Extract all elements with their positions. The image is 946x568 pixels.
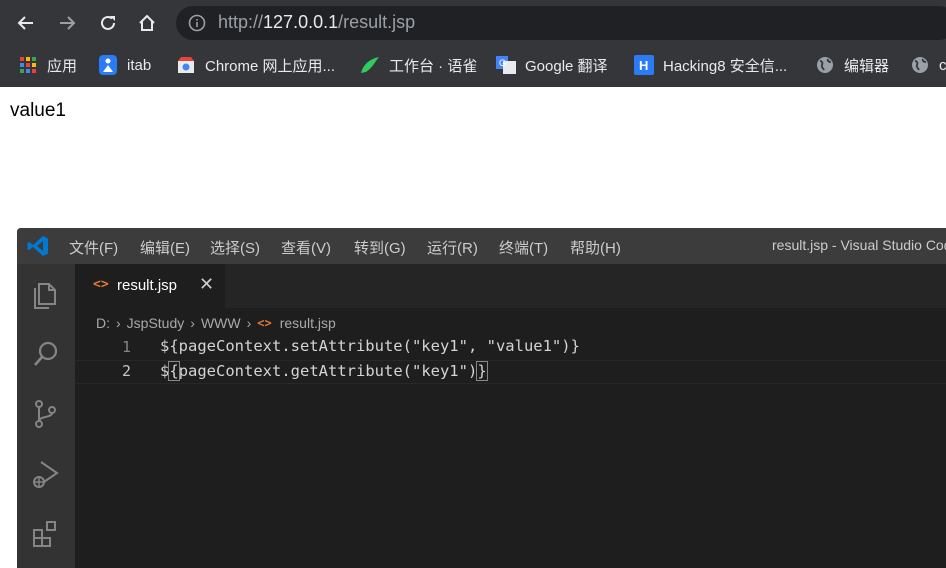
bookmarks-bar: 应用 itab Chrome 网上应用... 工作台 · 语雀 G Google… <box>0 46 946 84</box>
line-number: 1 <box>121 338 131 356</box>
address-bar[interactable]: http://127.0.0.1/result.jsp <box>176 6 946 40</box>
url-path: /result.jsp <box>338 12 416 32</box>
bookmark-label: 工作台 · 语雀 <box>389 57 478 75</box>
bookmark-label: 应用 <box>47 57 78 75</box>
bracket-match-open: { <box>168 361 180 381</box>
itab-icon <box>98 55 118 75</box>
breadcrumb-www[interactable]: WWW <box>201 315 241 331</box>
reload-icon <box>101 15 115 30</box>
bookmark-label: 编辑器 <box>844 57 890 75</box>
code-line-2[interactable]: ${pageContext.getAttribute("key1")} <box>160 361 488 381</box>
explorer-files-icon[interactable] <box>30 278 62 310</box>
chrome-webstore-icon <box>176 55 196 75</box>
source-control-icon[interactable] <box>30 398 62 430</box>
reload-button[interactable] <box>94 9 122 37</box>
url-scheme: http:// <box>218 12 264 32</box>
bookmark-label: Google 翻译 <box>525 57 608 75</box>
close-icon[interactable]: ✕ <box>199 274 214 295</box>
back-arrow-icon <box>17 16 33 30</box>
bookmark-google-translate[interactable]: G Google 翻译 <box>496 54 608 76</box>
menu-go[interactable]: 转到(G) <box>354 237 406 258</box>
google-translate-icon: G <box>496 55 516 75</box>
breadcrumb: D: › JspStudy › WWW › <> result.jsp <box>96 313 336 333</box>
breadcrumb-drive[interactable]: D: <box>96 315 110 331</box>
code-dollar: $ <box>160 362 170 380</box>
url-host: 127.0.0.1 <box>263 12 339 32</box>
code-file-icon: <> <box>257 316 272 330</box>
breadcrumb-jspstudy[interactable]: JspStudy <box>127 315 185 331</box>
globe-icon <box>815 55 835 75</box>
svg-text:G: G <box>499 58 506 68</box>
vscode-logo-icon <box>27 236 48 256</box>
home-button[interactable] <box>133 9 161 37</box>
hacking8-icon: H <box>634 55 654 75</box>
tab-result-jsp[interactable]: <> result.jsp ✕ <box>75 264 225 308</box>
menu-help[interactable]: 帮助(H) <box>570 237 621 258</box>
menu-view[interactable]: 查看(V) <box>281 237 331 258</box>
page-output-text: value1 <box>10 100 66 121</box>
yuque-icon <box>360 55 380 75</box>
vscode-window: 文件(F) 编辑(E) 选择(S) 查看(V) 转到(G) 运行(R) 终端(T… <box>17 228 946 568</box>
bookmark-label: Chrome 网上应用... <box>205 57 336 75</box>
bookmark-label: Hacking8 安全信... <box>663 57 788 75</box>
navigation-row: http://127.0.0.1/result.jsp <box>0 0 946 46</box>
chevron-right-icon: › <box>190 315 195 331</box>
info-icon[interactable] <box>188 14 206 32</box>
bookmark-chrome-webstore[interactable]: Chrome 网上应用... <box>176 54 335 76</box>
back-button[interactable] <box>12 9 40 37</box>
code-line-1[interactable]: ${pageContext.setAttribute("key1", "valu… <box>160 337 580 355</box>
bookmark-label: itab <box>127 56 152 74</box>
bookmark-yuque[interactable]: 工作台 · 语雀 <box>360 54 477 76</box>
forward-button[interactable] <box>53 9 81 37</box>
text-cursor <box>486 361 488 379</box>
bookmark-editor[interactable]: 编辑器 <box>815 54 889 76</box>
apps-grid-icon <box>18 55 38 75</box>
forward-arrow-icon <box>60 16 76 30</box>
vscode-titlebar: 文件(F) 编辑(E) 选择(S) 查看(V) 转到(G) 运行(R) 终端(T… <box>17 228 946 264</box>
activity-bar <box>17 264 75 568</box>
editor-tabs: <> result.jsp ✕ <box>75 264 946 308</box>
line-number: 2 <box>121 362 131 380</box>
browser-toolbar: http://127.0.0.1/result.jsp 应用 itab Chro… <box>0 0 946 87</box>
url-text[interactable]: http://127.0.0.1/result.jsp <box>218 12 415 33</box>
bookmark-apps[interactable]: 应用 <box>18 54 77 76</box>
bookmark-hacking8[interactable]: H Hacking8 安全信... <box>634 54 787 76</box>
code-expression: pageContext.getAttribute("key1") <box>178 362 478 380</box>
code-file-icon: <> <box>93 277 109 292</box>
home-icon <box>139 14 155 31</box>
menu-run[interactable]: 运行(R) <box>427 237 478 258</box>
bookmark-itab[interactable]: itab <box>98 54 151 76</box>
chevron-right-icon: › <box>246 315 252 331</box>
bracket-match-close: } <box>476 361 488 381</box>
svg-text:H: H <box>639 58 648 73</box>
bookmark-overflow[interactable]: c <box>910 54 946 76</box>
extensions-icon[interactable] <box>30 518 62 550</box>
run-debug-icon[interactable] <box>30 458 62 490</box>
menu-selection[interactable]: 选择(S) <box>210 237 260 258</box>
search-icon[interactable] <box>30 338 62 370</box>
menu-file[interactable]: 文件(F) <box>69 237 118 258</box>
breadcrumb-file[interactable]: result.jsp <box>280 315 336 331</box>
bookmark-label: c <box>939 56 946 74</box>
globe-icon <box>910 55 930 75</box>
window-title: result.jsp - Visual Studio Code <box>772 237 946 253</box>
tab-label: result.jsp <box>117 277 178 294</box>
menu-terminal[interactable]: 终端(T) <box>499 237 548 258</box>
chevron-right-icon: › <box>116 315 121 331</box>
menu-edit[interactable]: 编辑(E) <box>140 237 190 258</box>
